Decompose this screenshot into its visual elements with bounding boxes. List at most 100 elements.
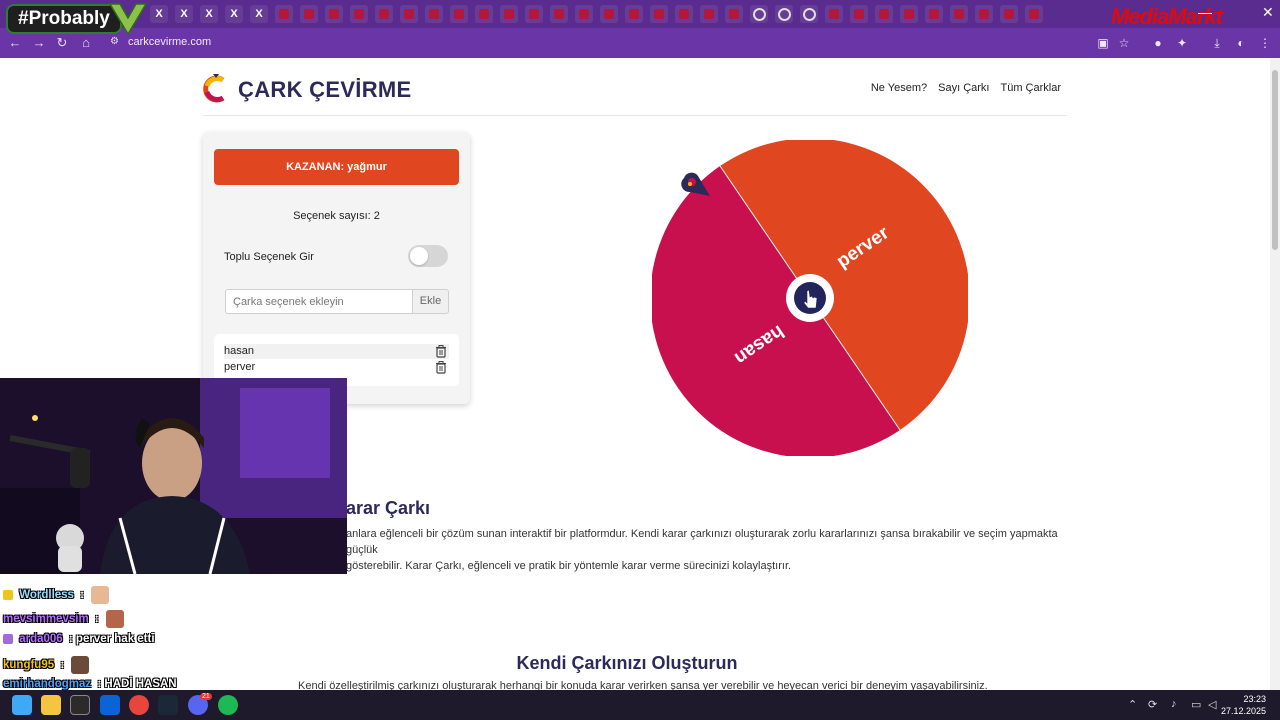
tab-red[interactable] <box>475 5 493 23</box>
windows-start-icon[interactable] <box>12 695 32 715</box>
outlook-icon[interactable] <box>100 695 120 715</box>
tab-globe[interactable] <box>775 5 793 23</box>
emote-icon <box>91 586 110 604</box>
tab-red[interactable] <box>575 5 593 23</box>
section-title-karar-carki: arar Çarkı <box>346 498 431 518</box>
tab-red[interactable] <box>900 5 918 23</box>
chat-message: arda006 : perver hak etti <box>3 633 155 645</box>
winner-banner: KAZANAN: yağmur <box>214 149 459 185</box>
tab-red[interactable] <box>500 5 518 23</box>
tab-red[interactable] <box>650 5 668 23</box>
tab-red[interactable] <box>625 5 643 23</box>
bulk-input-toggle[interactable] <box>408 245 448 267</box>
site-logo-icon[interactable] <box>203 74 229 104</box>
tab-red[interactable] <box>300 5 318 23</box>
tab-red[interactable] <box>525 5 543 23</box>
tab-red[interactable] <box>675 5 693 23</box>
extension-red-icon[interactable]: ● <box>1150 35 1166 51</box>
menu-kebab-icon[interactable]: ⋮ <box>1257 35 1273 51</box>
reload-icon[interactable]: ↻ <box>53 34 71 52</box>
option-label: hasan <box>224 345 254 357</box>
discord-badge: 21 <box>200 693 212 700</box>
system-clock[interactable]: 23:23 27.12.2025 <box>1221 693 1266 717</box>
tab-red[interactable] <box>925 5 943 23</box>
downloads-icon[interactable]: ⤓ <box>1209 35 1225 51</box>
toggle-knob <box>410 247 428 265</box>
tab-red[interactable] <box>450 5 468 23</box>
url-field[interactable]: carkcevirme.com <box>128 36 211 48</box>
home-icon[interactable]: ⌂ <box>77 34 95 52</box>
chat-text: : <box>94 613 99 626</box>
tab-x[interactable]: X <box>250 5 268 23</box>
tab-x[interactable]: X <box>150 5 168 23</box>
tab-globe[interactable] <box>800 5 818 23</box>
tab-red[interactable] <box>950 5 968 23</box>
stream-overlay-badge: #Probably <box>6 4 122 34</box>
page-scrollbar[interactable] <box>1270 58 1280 690</box>
chat-username: Wordlless <box>19 589 74 602</box>
tab-red[interactable] <box>600 5 618 23</box>
tab-red[interactable] <box>1025 5 1043 23</box>
tray-sync-icon[interactable]: ⟳ <box>1148 698 1157 711</box>
tab-x[interactable]: X <box>175 5 193 23</box>
scroll-thumb[interactable] <box>1272 70 1278 250</box>
tray-overflow-icon[interactable]: ⌃ <box>1128 698 1137 711</box>
overlay-v-logo <box>108 3 148 36</box>
tab-red[interactable] <box>825 5 843 23</box>
tab-red[interactable] <box>400 5 418 23</box>
tab-red[interactable] <box>850 5 868 23</box>
tab-red[interactable] <box>975 5 993 23</box>
chat-message: Wordlless : <box>3 586 110 604</box>
tab-red[interactable] <box>425 5 443 23</box>
store-icon[interactable] <box>70 695 90 715</box>
microphone-icon[interactable]: ♪ <box>1171 698 1177 710</box>
chat-message: kungfu95 : <box>3 656 90 674</box>
tab-red[interactable] <box>725 5 743 23</box>
trash-icon[interactable] <box>435 361 447 374</box>
tab-red[interactable] <box>375 5 393 23</box>
chat-text: : HADİ HASAN <box>97 678 177 690</box>
tab-red[interactable] <box>325 5 343 23</box>
site-title[interactable]: ÇARK ÇEVİRME <box>238 77 412 103</box>
tab-red[interactable] <box>1000 5 1018 23</box>
chat-text: : perver hak etti <box>68 633 155 645</box>
back-icon[interactable]: ← <box>6 34 24 52</box>
steam-icon[interactable] <box>158 695 178 715</box>
volume-icon[interactable]: ◁ <box>1208 698 1216 711</box>
bookmark-star-icon[interactable]: ☆ <box>1116 35 1132 51</box>
chrome-icon[interactable] <box>129 695 149 715</box>
emote-icon <box>71 656 90 674</box>
site-header: ÇARK ÇEVİRME Ne Yesem? Sayı Çarkı Tüm Ça… <box>203 72 1067 116</box>
tab-x[interactable]: X <box>200 5 218 23</box>
webcam-image <box>0 378 347 574</box>
profile-avatar-icon[interactable]: ◐ <box>1233 35 1249 51</box>
extensions-icon[interactable]: ✦ <box>1174 35 1190 51</box>
forward-icon[interactable]: → <box>30 34 48 52</box>
file-explorer-icon[interactable] <box>41 695 61 715</box>
list-item: hasan <box>224 344 449 359</box>
tab-x[interactable]: X <box>225 5 243 23</box>
tab-red[interactable] <box>875 5 893 23</box>
tab-red[interactable] <box>550 5 568 23</box>
spotify-icon[interactable] <box>218 695 238 715</box>
trash-icon[interactable] <box>435 345 447 358</box>
close-icon[interactable]: ✕ <box>1262 4 1274 21</box>
tab-red[interactable] <box>700 5 718 23</box>
tab-globe[interactable] <box>750 5 768 23</box>
tab-red[interactable] <box>350 5 368 23</box>
install-app-icon[interactable]: ▣ <box>1095 35 1111 51</box>
nav-link-ne-yesem[interactable]: Ne Yesem? <box>871 82 927 94</box>
add-option-button[interactable]: Ekle <box>412 289 449 314</box>
chat-message: emirhandogmaz : HADİ HASAN <box>3 678 177 690</box>
nav-link-tum-carklar[interactable]: Tüm Çarklar <box>1000 82 1061 94</box>
tab-red[interactable] <box>275 5 293 23</box>
chat-badge-icon <box>3 633 13 644</box>
minimize-icon[interactable]: — <box>1198 4 1212 20</box>
site-info-icon[interactable]: ⚙ <box>110 36 122 48</box>
nav-link-sayi-carki[interactable]: Sayı Çarkı <box>938 82 989 94</box>
chat-message: mevsimmevsim : <box>3 610 124 628</box>
chat-username: arda006 <box>19 633 63 645</box>
network-icon[interactable]: ▭ <box>1191 698 1201 711</box>
stream-chat: Wordlless : mevsimmevsim : arda006 : per… <box>3 560 303 695</box>
option-input[interactable] <box>225 289 413 314</box>
